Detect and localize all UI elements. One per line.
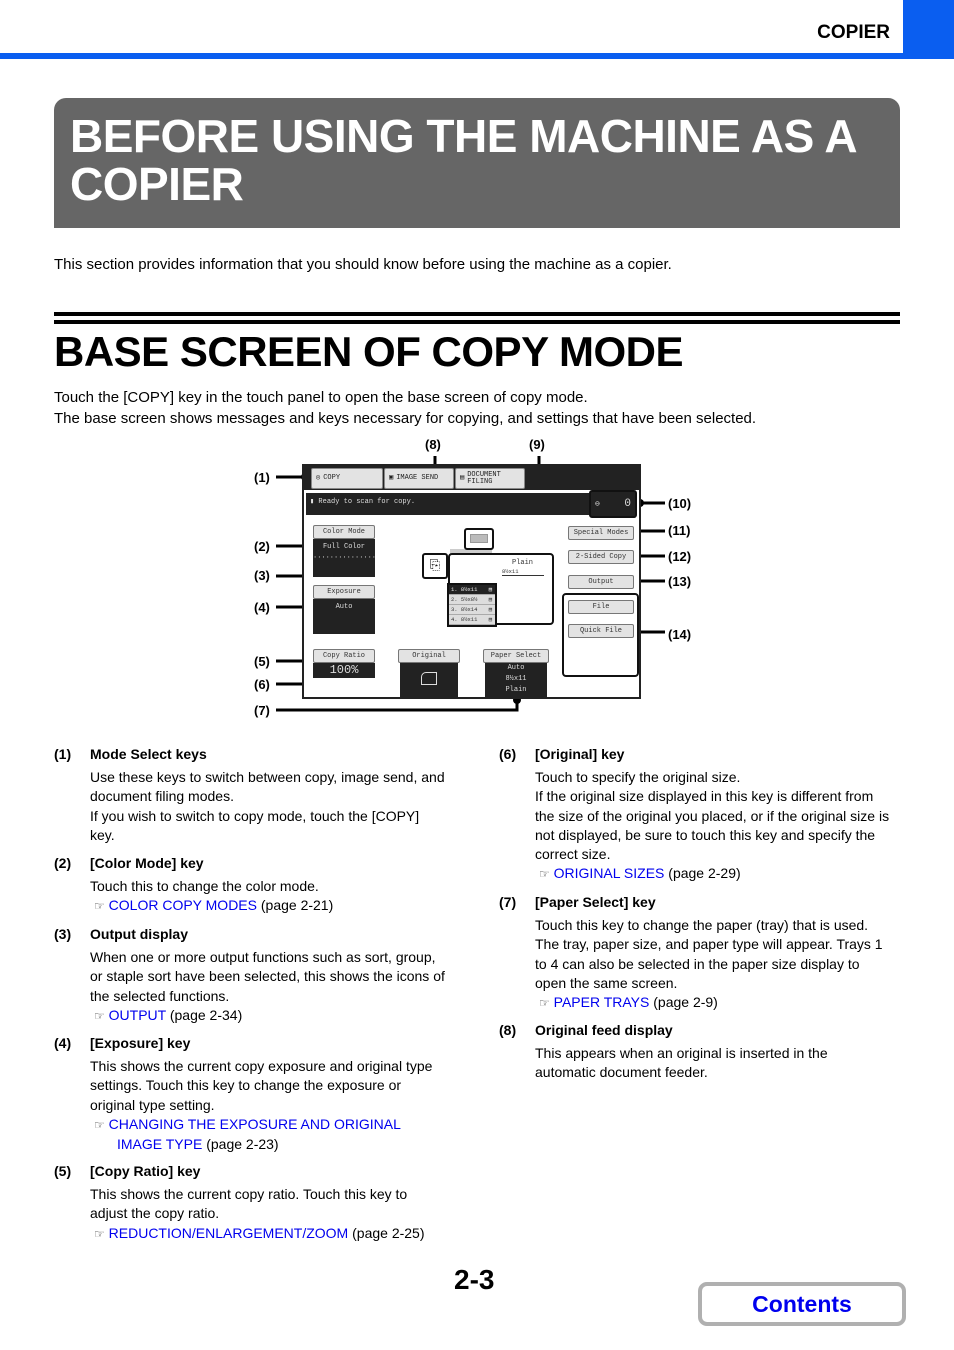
link-reduction-enlargement-zoom[interactable]: REDUCTION/ENLARGEMENT/ZOOM xyxy=(109,1225,349,1241)
color-mode-key[interactable]: Color Mode xyxy=(313,525,375,539)
output-display: ⎘ xyxy=(422,553,448,579)
link-paper-trays[interactable]: PAPER TRAYS xyxy=(554,994,650,1010)
paper-select-key[interactable]: Paper Select xyxy=(483,649,549,663)
callout-3: (3) xyxy=(254,568,270,583)
callout-12: (12) xyxy=(668,549,692,564)
tray-item[interactable]: 3. 8½x14 ▤ xyxy=(449,605,495,615)
tray-list: 1. 8½x11 ▤ 2. 5½x8½ ▤ 3. 8½x14 ▤ 4. 8½x11 ▤ xyxy=(447,583,497,627)
callout-4: (4) xyxy=(254,600,270,615)
contents-button[interactable]: Contents xyxy=(698,1282,906,1326)
callout-14: (14) xyxy=(668,627,692,642)
reference-icon: ☞ xyxy=(94,899,105,914)
quick-file-key[interactable]: Quick File xyxy=(568,624,634,638)
link-changing-exposure-cont[interactable]: IMAGE TYPE xyxy=(117,1136,202,1152)
file-key[interactable]: File xyxy=(568,600,634,614)
callout-11: (11) xyxy=(668,523,691,538)
copy-ratio-value[interactable]: 100% xyxy=(313,663,375,678)
exposure-display[interactable]: Auto xyxy=(313,599,375,634)
reference-icon: ☞ xyxy=(539,867,550,882)
output-icon: ⎘ xyxy=(429,557,441,572)
link-original-sizes[interactable]: ORIGINAL SIZES xyxy=(554,865,665,881)
reference-icon: ☞ xyxy=(94,1008,105,1023)
status-message: Ready to scan for copy. xyxy=(318,498,416,506)
mode-key-image-send[interactable]: ▣ IMAGE SEND xyxy=(384,468,454,489)
image-send-icon: ▣ xyxy=(389,474,394,482)
original-feed-display xyxy=(464,528,494,550)
color-mode-value: Full Color xyxy=(322,543,365,551)
exposure-key[interactable]: Exposure xyxy=(313,585,375,599)
page-number: 2-3 xyxy=(454,1264,495,1295)
special-modes-key[interactable]: Special Modes xyxy=(568,526,634,540)
paper-type: Plain xyxy=(512,559,534,567)
tray-item[interactable]: 1. 8½x11 ▤ xyxy=(449,585,495,595)
link-changing-exposure[interactable]: CHANGING THE EXPOSURE AND ORIGINAL xyxy=(109,1116,401,1132)
paper-size: 8½x11 xyxy=(502,568,544,576)
reference-icon: ☞ xyxy=(94,1226,105,1241)
exposure-value: Auto xyxy=(335,603,353,611)
original-feed-icon xyxy=(470,534,488,543)
reference-icon: ☞ xyxy=(94,1117,105,1132)
original-size-icon xyxy=(421,672,437,685)
output-key[interactable]: Output xyxy=(568,575,634,589)
status-icon: ▮ xyxy=(310,498,315,506)
message-bar: ▮ Ready to scan for copy. xyxy=(306,493,637,515)
link-output[interactable]: OUTPUT xyxy=(109,1007,166,1023)
callout-9: (9) xyxy=(529,437,545,452)
callout-13: (13) xyxy=(668,574,692,589)
mode-key-copy[interactable]: ◎ COPY xyxy=(311,468,383,489)
paper-select-display[interactable]: Auto 8½x11 Plain xyxy=(485,663,547,697)
copy-count-display: ⊖ 0 xyxy=(589,490,637,518)
callout-6: (6) xyxy=(254,677,270,692)
reference-icon: ☞ xyxy=(539,996,550,1011)
callout-7: (7) xyxy=(254,703,270,718)
copy-icon: ◎ xyxy=(316,474,321,482)
callout-5: (5) xyxy=(254,654,270,669)
callout-2: (2) xyxy=(254,539,270,554)
copies-icon: ⊖ xyxy=(595,500,600,509)
tray-item[interactable]: 4. 8½x11 ▤ xyxy=(449,615,495,625)
callout-10: (10) xyxy=(668,496,692,511)
original-display[interactable] xyxy=(400,663,458,697)
original-key[interactable]: Original xyxy=(398,649,460,663)
document-filing-icon: ▤ xyxy=(460,474,465,482)
color-mode-display[interactable]: Full Color ··············· xyxy=(313,539,377,577)
touch-panel: ◎ COPY ▣ IMAGE SEND ▤ DOCUMENT FILING ▮ Rea… xyxy=(302,464,641,699)
color-bar: ··············· xyxy=(313,554,377,562)
tray-item[interactable]: 2. 5½x8½ ▤ xyxy=(449,595,495,605)
leader-7 xyxy=(276,700,519,712)
copy-count: 0 xyxy=(624,498,631,510)
copy-ratio-key[interactable]: Copy Ratio xyxy=(313,649,375,663)
callout-8: (8) xyxy=(425,437,441,452)
link-color-copy-modes[interactable]: COLOR COPY MODES xyxy=(109,897,257,913)
callout-1: (1) xyxy=(254,470,270,485)
two-sided-copy-key[interactable]: 2-Sided Copy xyxy=(568,550,634,564)
mode-key-document-filing[interactable]: ▤ DOCUMENT FILING xyxy=(455,468,525,489)
